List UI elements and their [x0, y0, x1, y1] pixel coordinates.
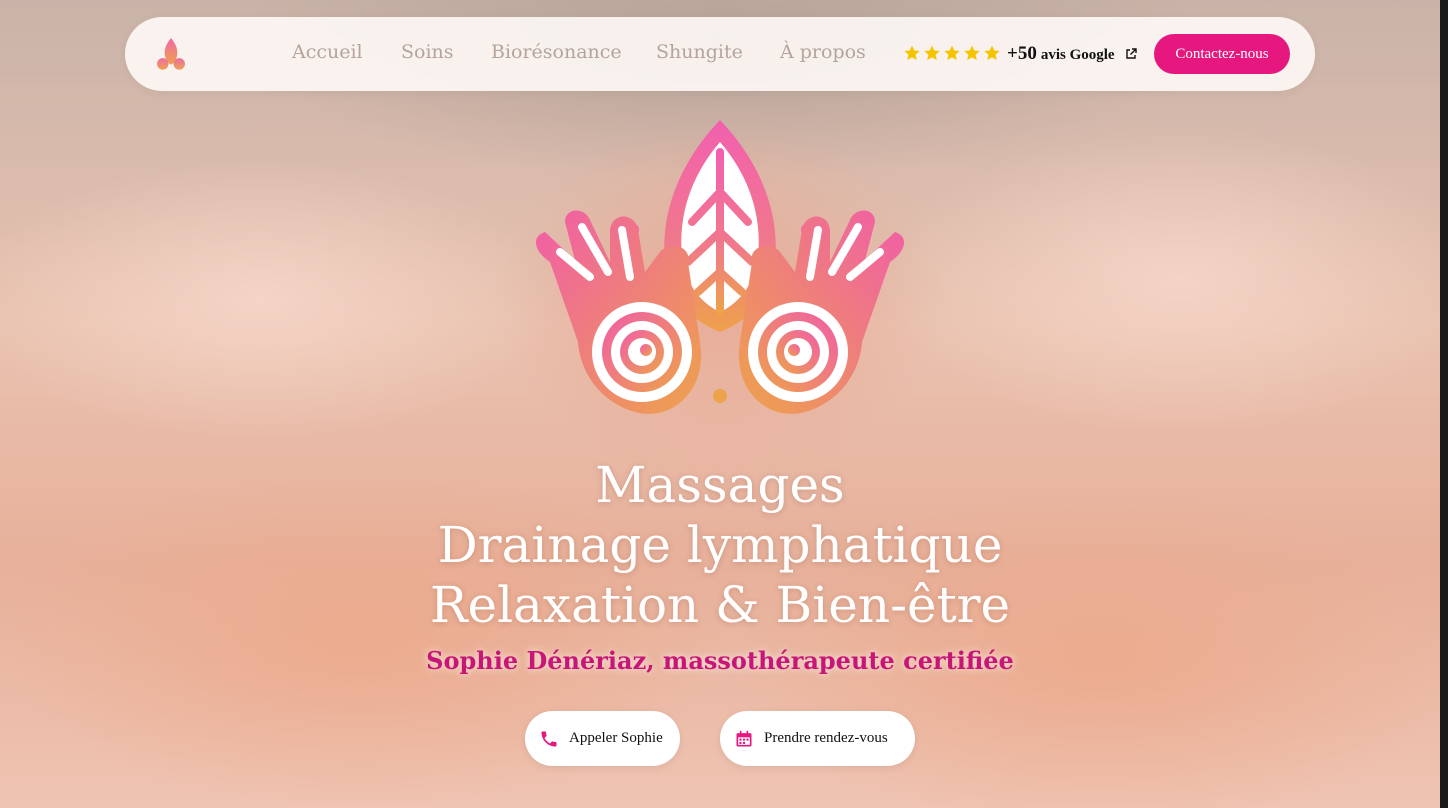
star-icon	[904, 45, 920, 61]
call-label: Appeler Sophie	[569, 730, 663, 746]
contact-button[interactable]: Contactez-nous	[1154, 34, 1290, 74]
review-label: avis Google	[1040, 47, 1115, 63]
headline-line-2: Drainage lymphatique	[437, 516, 1003, 574]
google-reviews-link[interactable]: +50 avis Google	[1007, 43, 1137, 65]
calendar-icon	[736, 730, 752, 746]
external-link-icon	[1125, 48, 1137, 59]
lotus-hands-logo-icon[interactable]	[149, 36, 193, 72]
review-count: +50	[1007, 43, 1037, 64]
lotus-hands-logo-icon	[535, 120, 905, 414]
star-icon	[944, 45, 960, 61]
call-sophie-button[interactable]: Appeler Sophie	[525, 711, 680, 766]
nav-a-propos[interactable]: À propos	[780, 41, 866, 63]
window-edge	[1440, 0, 1448, 808]
star-icon	[924, 45, 940, 61]
book-appointment-button[interactable]: Prendre rendez-vous	[720, 711, 915, 766]
book-label: Prendre rendez-vous	[764, 730, 888, 746]
hero-subtitle: Sophie Dénériaz, massothérapeute certifi…	[426, 646, 1014, 675]
headline-line-1: Massages	[595, 456, 845, 514]
navbar: Accueil Soins Biorésonance Shungite À pr…	[125, 17, 1315, 91]
hero-background: Accueil Soins Biorésonance Shungite À pr…	[0, 0, 1440, 808]
hero-headline: Massages Drainage lymphatique Relaxation…	[320, 455, 1120, 635]
rating-stars	[903, 44, 1001, 62]
nav-bioresonance[interactable]: Biorésonance	[491, 41, 622, 63]
star-icon	[964, 45, 980, 61]
nav-shungite[interactable]: Shungite	[656, 41, 743, 63]
nav-accueil[interactable]: Accueil	[292, 41, 363, 63]
headline-line-3: Relaxation & Bien-être	[429, 576, 1011, 634]
nav-soins[interactable]: Soins	[401, 41, 454, 63]
phone-icon	[541, 731, 557, 746]
star-icon	[984, 45, 1000, 61]
